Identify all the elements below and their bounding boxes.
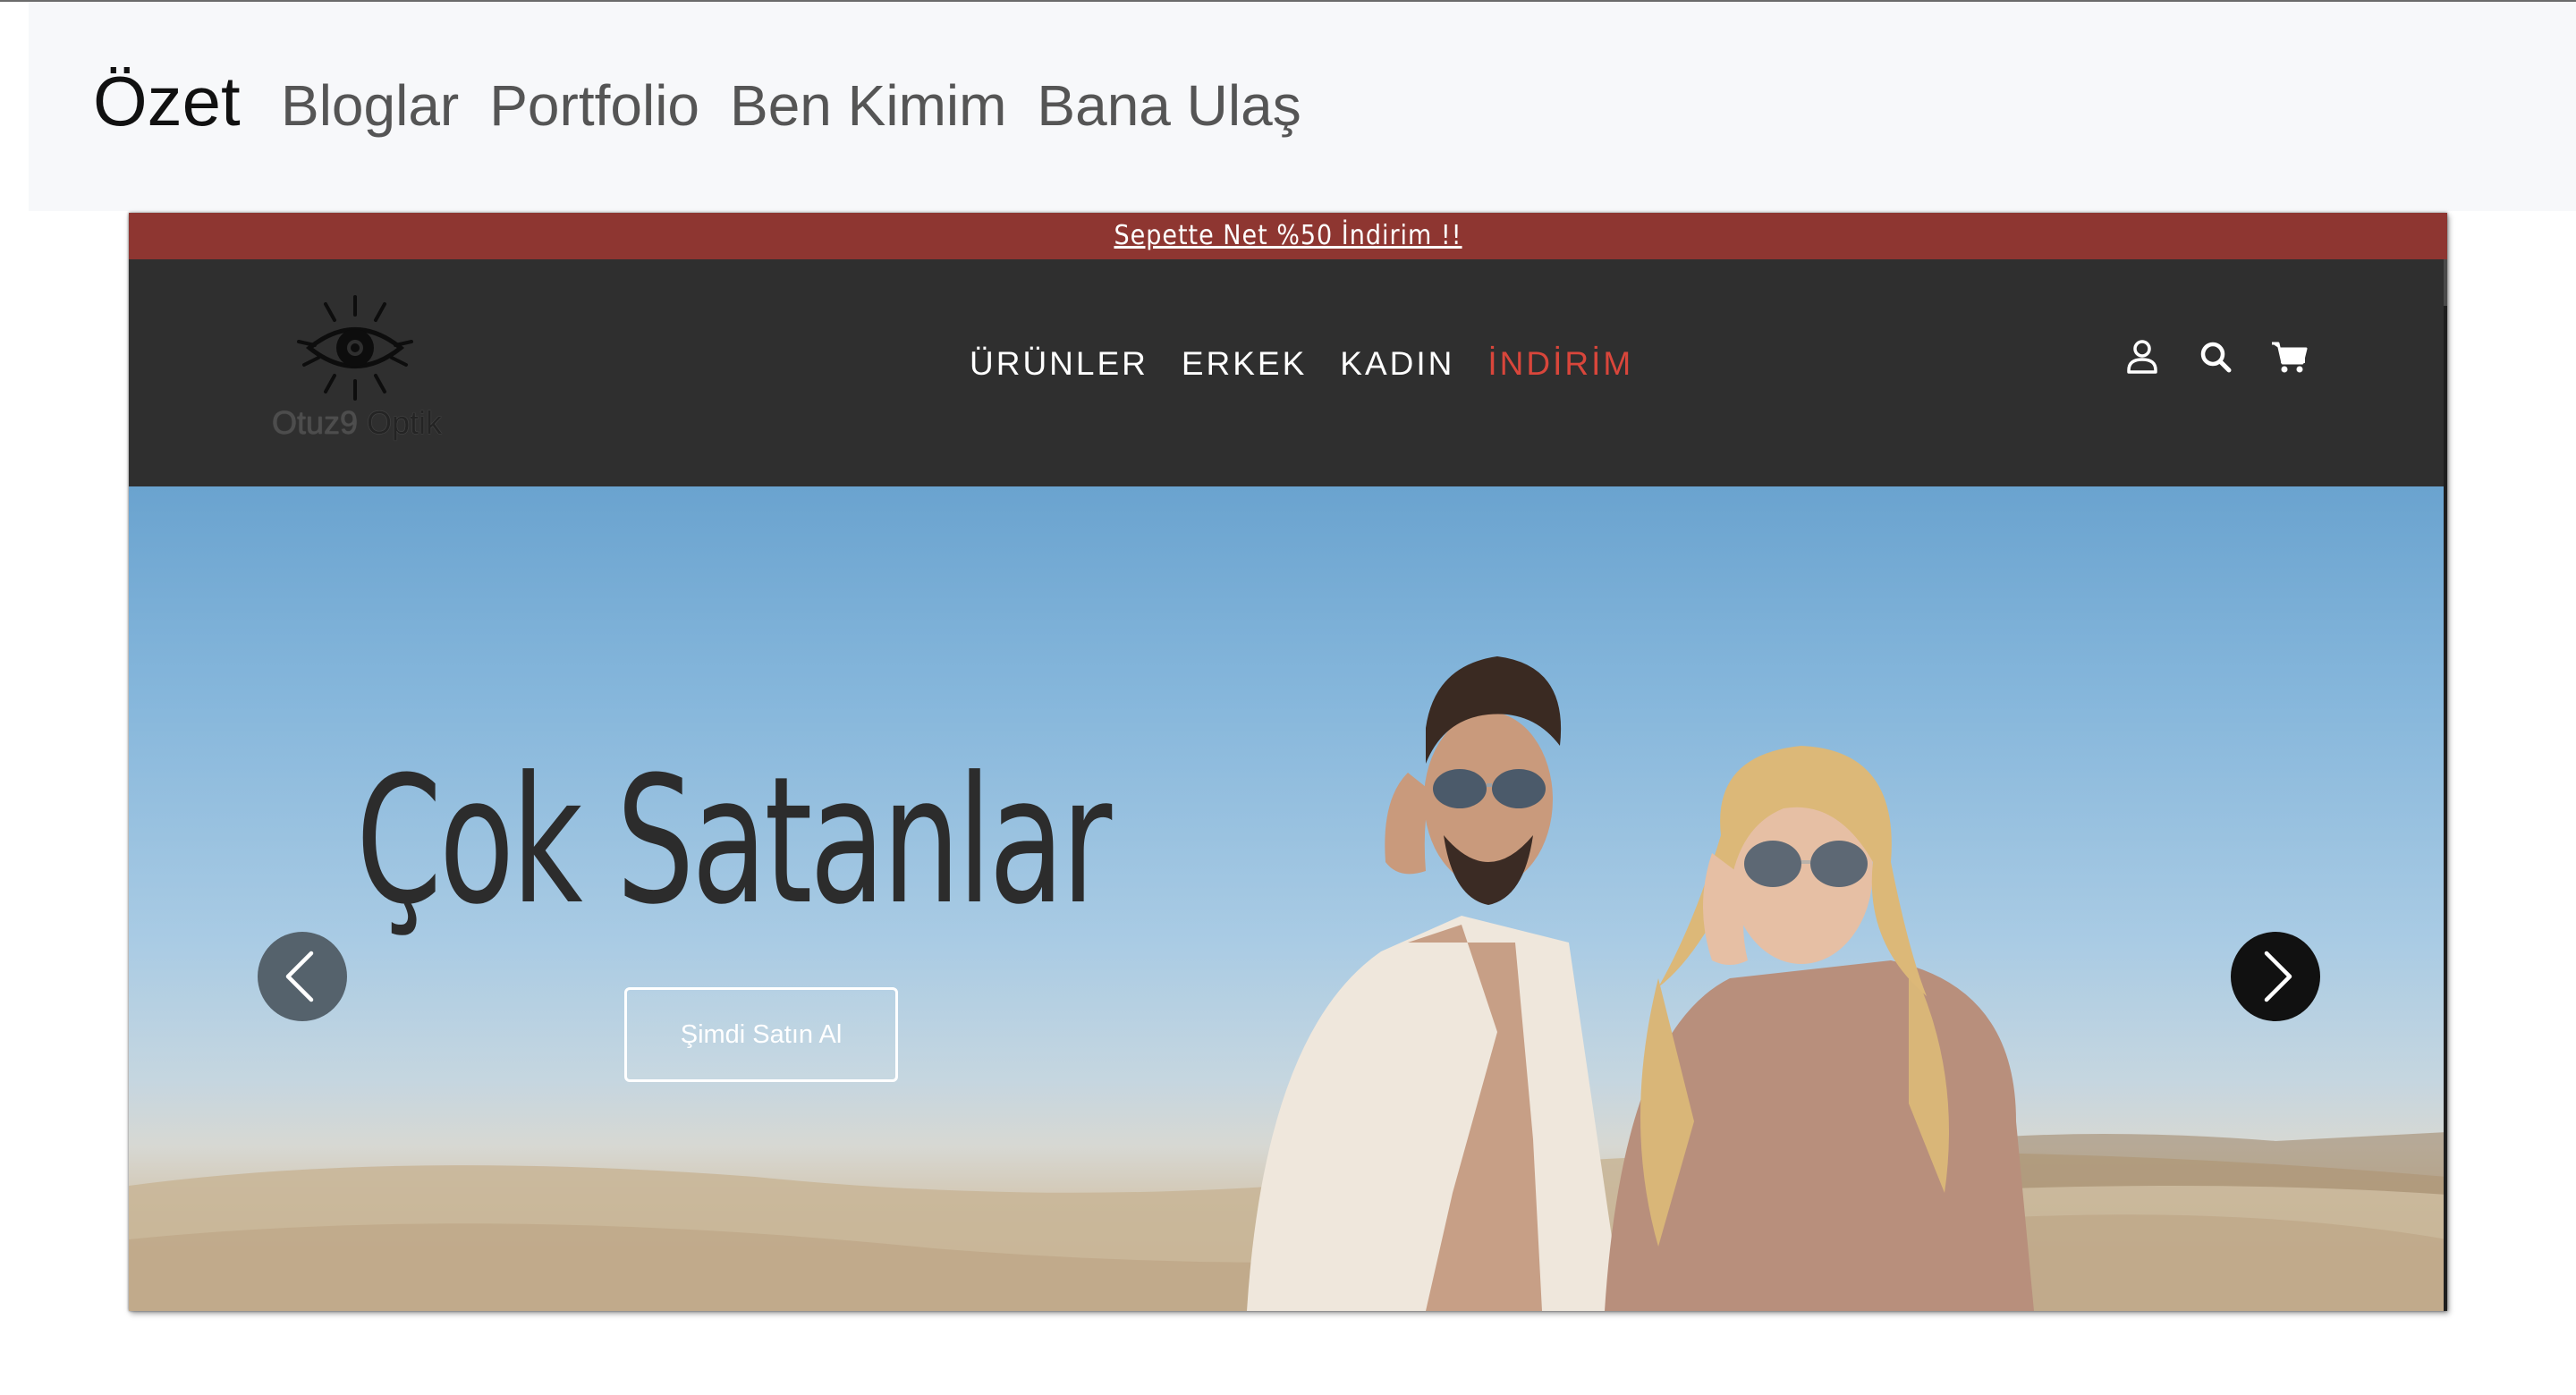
chevron-left-icon <box>285 951 314 1002</box>
site-header: Otuz9 Optik ÜRÜNLER ERKEK KADIN İNDİRİM <box>129 259 2447 486</box>
frame-scrollbar[interactable] <box>2444 259 2447 1311</box>
menu-item-urunler[interactable]: ÜRÜNLER <box>970 345 1148 383</box>
models-photo <box>1247 656 2034 1311</box>
user-icon[interactable] <box>2123 336 2161 377</box>
eye-icon <box>297 295 413 401</box>
chevron-right-icon <box>2264 951 2292 1002</box>
header-actions <box>2123 336 2308 377</box>
hero-title: Çok Satanlar <box>356 740 1112 943</box>
menu-item-kadin[interactable]: KADIN <box>1340 345 1454 383</box>
site-logo[interactable]: Otuz9 Optik <box>263 292 451 444</box>
scrollbar-thumb[interactable] <box>2444 259 2447 306</box>
site-preview-frame: Sepette Net %50 İndirim !! Otuz9 Optik Ü… <box>129 213 2447 1311</box>
navbar-brand[interactable]: Özet <box>93 66 241 136</box>
logo-text: Otuz9 Optik <box>271 404 443 441</box>
menu-item-indirim[interactable]: İNDİRİM <box>1487 345 1633 383</box>
nav-link-bloglar[interactable]: Bloglar <box>281 77 459 134</box>
nav-link-bana-ulas[interactable]: Bana Ulaş <box>1037 77 1301 134</box>
shop-now-button[interactable]: Şimdi Satın Al <box>624 987 898 1082</box>
navbar-links: Bloglar Portfolio Ben Kimim Bana Ulaş <box>281 77 1301 134</box>
announcement-bar: Sepette Net %50 İndirim !! <box>129 213 2447 259</box>
portfolio-navbar: Özet Bloglar Portfolio Ben Kimim Bana Ul… <box>29 2 2576 211</box>
nav-link-portfolio[interactable]: Portfolio <box>489 77 699 134</box>
search-icon[interactable] <box>2197 336 2234 377</box>
nav-link-ben-kimim[interactable]: Ben Kimim <box>730 77 1006 134</box>
hero-banner: Çok Satanlar Şimdi Satın Al <box>129 486 2447 1311</box>
announcement-link[interactable]: Sepette Net %50 İndirim !! <box>1114 220 1462 251</box>
menu-item-erkek[interactable]: ERKEK <box>1182 345 1307 383</box>
cart-icon[interactable] <box>2270 336 2308 377</box>
site-main-menu: ÜRÜNLER ERKEK KADIN İNDİRİM <box>970 345 1633 383</box>
carousel-next-button[interactable] <box>2231 932 2320 1021</box>
carousel-prev-button[interactable] <box>258 932 347 1021</box>
